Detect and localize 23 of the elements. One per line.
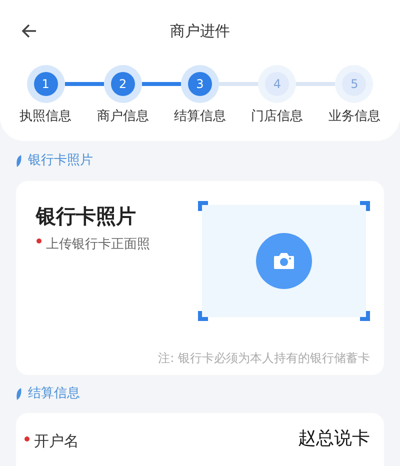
field-value[interactable]: 赵总说卡: [298, 425, 370, 452]
leaf-icon: [16, 154, 22, 166]
step-label: 商户信息: [96, 108, 149, 126]
page-title: 商户进件: [170, 20, 230, 42]
step-number: 2: [110, 72, 135, 96]
step-number: 5: [342, 72, 366, 96]
step-number: 4: [265, 72, 290, 96]
section-title: 银行卡照片: [28, 152, 93, 170]
camera-icon: [273, 252, 295, 270]
back-arrow-icon[interactable]: [20, 22, 38, 40]
step-number: 3: [188, 72, 212, 96]
step-label: 结算信息: [174, 108, 226, 126]
step-label: 业务信息: [328, 108, 380, 126]
leaf-icon: [16, 388, 22, 400]
card-title: 银行卡照片: [36, 202, 137, 230]
step-number: 1: [34, 72, 58, 96]
upload-area[interactable]: [198, 200, 370, 320]
section-title: 结算信息: [28, 384, 80, 403]
step-label: 门店信息: [251, 108, 304, 126]
step-label: 执照信息: [20, 108, 72, 126]
upload-hint: 上传银行卡正面照: [46, 236, 150, 254]
card-note: 注: 银行卡必须为本人持有的银行储蓄卡: [158, 350, 370, 366]
field-label: 开户名: [34, 431, 79, 452]
